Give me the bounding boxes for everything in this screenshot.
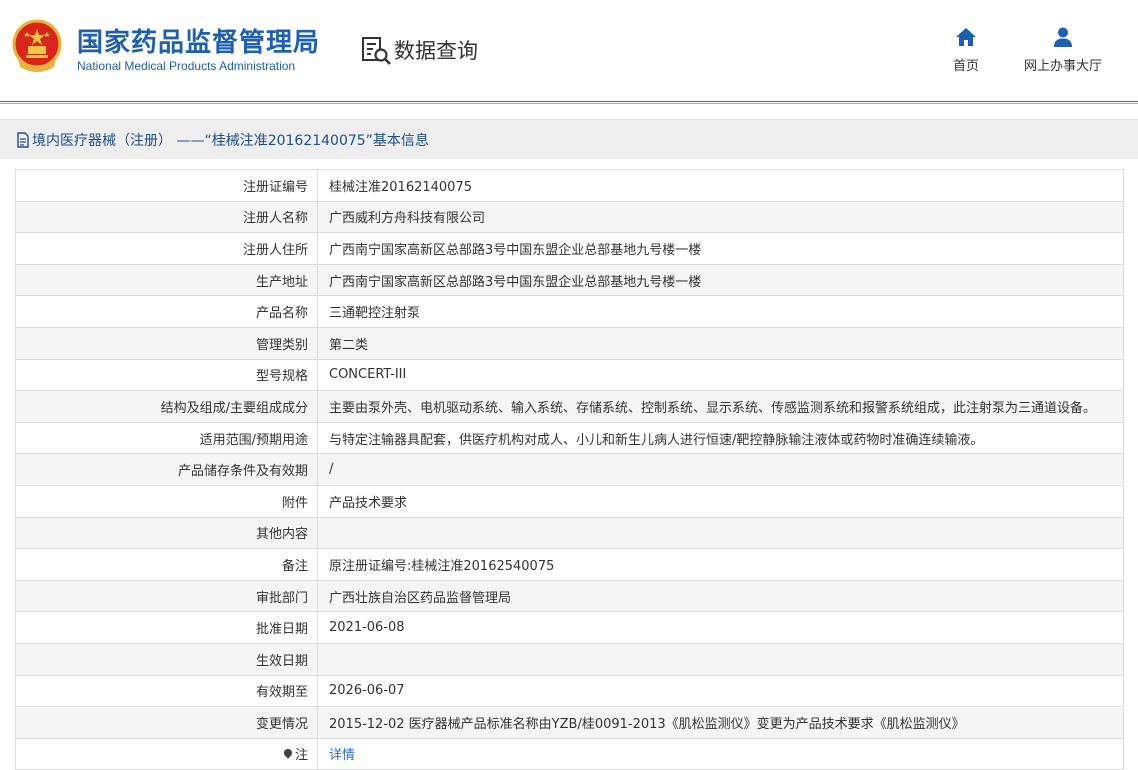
note-label-cell: 注 xyxy=(15,737,318,770)
field-label: 注册人住所 xyxy=(15,232,318,265)
field-label: 附件 xyxy=(15,484,318,518)
field-label: 变更情况 xyxy=(15,706,318,739)
table-row: 产品名称 三通靶控注射泵 xyxy=(15,295,1124,328)
field-value: / xyxy=(317,453,1124,486)
field-value: 产品技术要求 xyxy=(317,484,1124,518)
home-icon xyxy=(956,28,976,46)
field-label: 管理类别 xyxy=(15,326,318,360)
details-link[interactable]: 详情 xyxy=(329,748,355,763)
field-label: 适用范围/预期用途 xyxy=(15,421,318,455)
table-row: 注册人名称 广西威利方舟科技有限公司 xyxy=(15,200,1124,234)
field-value: 三通靶控注射泵 xyxy=(317,295,1124,328)
record-title: 境内医疗器械（注册） ——“桂械注准20162140075”基本信息 xyxy=(32,132,429,149)
field-value: 广西威利方舟科技有限公司 xyxy=(317,200,1124,234)
field-label: 批准日期 xyxy=(15,611,318,644)
record-detail-table: 注册证编号 桂械注准20162140075 注册人名称 广西威利方舟科技有限公司 注册人… xyxy=(15,169,1124,770)
field-label: 注册证编号 xyxy=(15,169,318,202)
field-label: 产品储存条件及有效期 xyxy=(15,453,318,486)
table-row: 产品储存条件及有效期 / xyxy=(15,453,1124,486)
field-value: 2021-06-08 xyxy=(317,611,1124,644)
nav-home[interactable]: 首页 xyxy=(946,26,986,74)
site-subtitle: National Medical Products Administration xyxy=(77,59,296,73)
field-label: 有效期至 xyxy=(15,674,318,708)
field-label: 型号规格 xyxy=(15,358,318,392)
table-row: 适用范围/预期用途 与特定注输器具配套，供医疗机构对成人、小儿和新生儿病人进行恒速… xyxy=(15,421,1124,455)
field-value xyxy=(317,516,1124,550)
data-query-link[interactable]: 数据查询 xyxy=(360,34,478,66)
field-label: 产品名称 xyxy=(15,295,318,328)
field-label: 审批部门 xyxy=(15,579,318,613)
field-value: 主要由泵外壳、电机驱动系统、输入系统、存储系统、控制系统、显示系统、传感监测系统… xyxy=(317,390,1124,423)
table-row: 审批部门 广西壮族自治区药品监督管理局 xyxy=(15,579,1124,613)
field-value: CONCERT-III xyxy=(317,358,1124,392)
nav-online-hall-label: 网上办事大厅 xyxy=(1023,59,1102,74)
note-value-cell: 详情 xyxy=(317,737,1124,770)
note-icon xyxy=(283,749,292,760)
table-row: 管理类别 第二类 xyxy=(15,326,1124,360)
field-value: 广西南宁国家高新区总部路3号中国东盟企业总部基地九号楼一楼 xyxy=(317,232,1124,265)
table-row: 其他内容 xyxy=(15,516,1124,550)
field-label: 生产地址 xyxy=(15,263,318,297)
record-title-bar: 境内医疗器械（注册） ——“桂械注准20162140075”基本信息 xyxy=(0,119,1138,159)
field-label: 注册人名称 xyxy=(15,200,318,234)
nav-online-hall[interactable]: 网上办事大厅 xyxy=(1018,26,1108,74)
table-row: 结构及组成/主要组成成分 主要由泵外壳、电机驱动系统、输入系统、存储系统、控制系统… xyxy=(15,390,1124,423)
field-value xyxy=(317,642,1124,676)
field-value: 2015-12-02 医疗器械产品标准名称由YZB/桂0091-2013《肌松监… xyxy=(317,706,1124,739)
field-value: 原注册证编号:桂械注准20162540075 xyxy=(317,548,1124,581)
site-title: 国家药品监督管理局 xyxy=(77,28,321,58)
user-icon xyxy=(1054,27,1072,47)
field-value: 广西壮族自治区药品监督管理局 xyxy=(317,579,1124,613)
field-label: 生效日期 xyxy=(15,642,318,676)
nav-home-label: 首页 xyxy=(952,59,979,74)
site-header: 国家药品监督管理局 National Medical Products Admi… xyxy=(0,0,1138,102)
field-value: 与特定注输器具配套，供医疗机构对成人、小儿和新生儿病人进行恒速/靶控静脉输注液体… xyxy=(317,421,1124,455)
table-row: 注册人住所 广西南宁国家高新区总部路3号中国东盟企业总部基地九号楼一楼 xyxy=(15,232,1124,265)
field-value: 桂械注准20162140075 xyxy=(317,169,1124,202)
header-divider xyxy=(0,101,1138,104)
table-row: 批准日期 2021-06-08 xyxy=(15,611,1124,644)
table-row-note: 注 详情 xyxy=(15,737,1124,770)
field-label: 其他内容 xyxy=(15,516,318,550)
table-row: 备注 原注册证编号:桂械注准20162540075 xyxy=(15,548,1124,581)
document-search-icon xyxy=(362,37,391,65)
field-value: 2026-06-07 xyxy=(317,674,1124,708)
table-row: 注册证编号 桂械注准20162140075 xyxy=(15,169,1124,202)
field-label: 结构及组成/主要组成成分 xyxy=(15,390,318,423)
table-row: 型号规格 CONCERT-III xyxy=(15,358,1124,392)
table-row: 附件 产品技术要求 xyxy=(15,484,1124,518)
document-icon xyxy=(17,131,29,148)
table-row: 生产地址 广西南宁国家高新区总部路3号中国东盟企业总部基地九号楼一楼 xyxy=(15,263,1124,297)
national-emblem-icon xyxy=(12,19,62,72)
data-query-label: 数据查询 xyxy=(394,39,478,63)
table-row: 有效期至 2026-06-07 xyxy=(15,674,1124,708)
field-value: 第二类 xyxy=(317,326,1124,360)
table-row: 生效日期 xyxy=(15,642,1124,676)
note-label: 注 xyxy=(294,748,308,764)
table-row: 变更情况 2015-12-02 医疗器械产品标准名称由YZB/桂0091-2013… xyxy=(15,706,1124,739)
field-label: 备注 xyxy=(15,548,318,581)
field-value: 广西南宁国家高新区总部路3号中国东盟企业总部基地九号楼一楼 xyxy=(317,263,1124,297)
